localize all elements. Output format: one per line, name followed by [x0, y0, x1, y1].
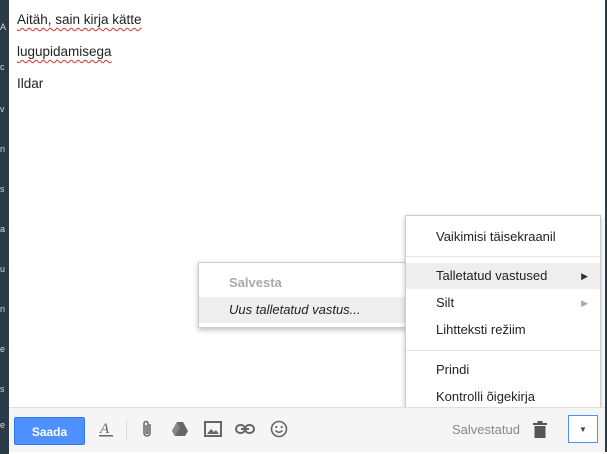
more-options-icon: ▼ [579, 424, 587, 434]
menu-separator [406, 350, 600, 351]
menu-item-print[interactable]: Prindi [406, 357, 600, 383]
trash-icon[interactable] [529, 418, 551, 440]
truncated-text: u [0, 264, 6, 274]
message-line: Ildar [17, 74, 142, 106]
menu-item-canned-responses[interactable]: Talletatud vastused ▶ [406, 263, 600, 289]
saved-status: Salvestatud [452, 422, 520, 437]
truncated-text: e [0, 420, 6, 430]
message-line-text: Ildar [17, 76, 44, 91]
menu-item-label-submenu[interactable]: Silt ▶ [406, 290, 600, 316]
new-canned-response-item[interactable]: Uus talletatud vastus... [199, 297, 405, 323]
truncated-text: v [0, 104, 5, 114]
svg-text:A: A [99, 421, 110, 437]
save-header: Salvesta [229, 275, 282, 290]
toolbar-separator [126, 420, 127, 440]
menu-separator [406, 256, 600, 257]
submenu-arrow-icon: ▶ [581, 271, 588, 281]
truncated-text: s [0, 184, 5, 194]
truncated-text: s [0, 384, 5, 394]
truncated-text: n [0, 304, 6, 314]
attach-icon[interactable] [137, 418, 159, 440]
drive-icon[interactable] [169, 418, 191, 440]
menu-item-fullscreen[interactable]: Vaikimisi täisekraanil [406, 224, 600, 250]
menu-item-plaintext[interactable]: Lihtteksti režiim [406, 317, 600, 343]
more-options-menu: Vaikimisi täisekraanil Talletatud vastus… [405, 215, 601, 416]
truncated-text: A [0, 22, 6, 32]
submenu-arrow-icon: ▶ [581, 298, 588, 308]
compose-toolbar: Saada A Salvestatud ▼ [9, 407, 605, 452]
link-icon[interactable] [234, 418, 256, 440]
truncated-text: e [0, 344, 6, 354]
menu-item-label: Silt [436, 295, 455, 310]
photo-icon[interactable] [202, 418, 224, 440]
more-options-button[interactable]: ▼ [568, 415, 598, 443]
message-line-text: lugupidamisega [17, 44, 112, 59]
menu-item-label: Talletatud vastused [436, 268, 548, 283]
canned-responses-submenu: Salvesta Uus talletatud vastus... [198, 262, 406, 328]
message-line-text: Aitäh, sain kirja kätte [17, 12, 142, 27]
compose-window: Aitäh, sain kirja kätte lugupidamisega I… [9, 0, 607, 452]
format-text-icon[interactable]: A [95, 418, 117, 440]
truncated-text: a [0, 224, 6, 234]
message-body[interactable]: Aitäh, sain kirja kätte lugupidamisega I… [17, 10, 142, 106]
message-line: Aitäh, sain kirja kätte [17, 10, 142, 42]
emoji-icon[interactable] [268, 418, 290, 440]
truncated-text: n [0, 144, 6, 154]
truncated-text: c [0, 62, 5, 72]
background-app-strip: A c v n s a u n e s e [0, 0, 9, 454]
send-button[interactable]: Saada [14, 417, 85, 445]
message-line: lugupidamisega [17, 42, 142, 74]
